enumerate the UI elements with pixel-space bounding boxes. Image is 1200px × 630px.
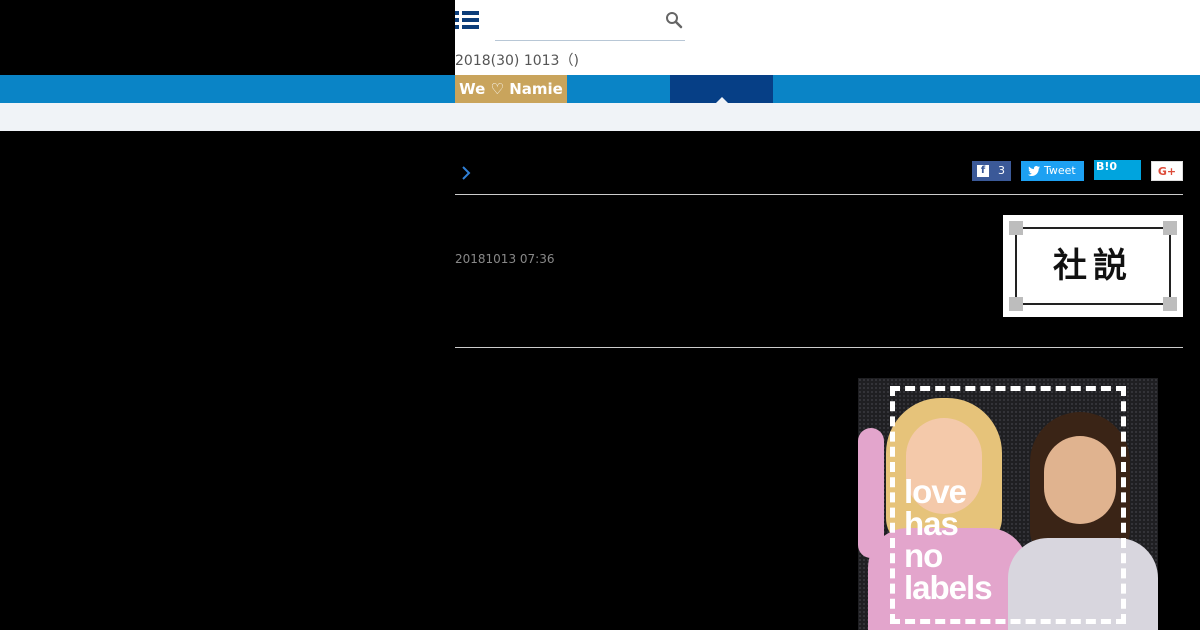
search-box <box>495 5 685 41</box>
tweet-button[interactable]: Tweet <box>1021 161 1084 181</box>
hatena-label: B!0 <box>1096 160 1118 173</box>
facebook-share-button[interactable]: f 3 <box>972 161 1011 181</box>
divider <box>455 194 1183 195</box>
sub-nav-bar <box>0 103 1200 131</box>
search-input[interactable] <box>495 9 655 35</box>
twitter-bird-icon <box>1028 166 1040 176</box>
article-timestamp: 20181013 07:36 <box>455 252 555 266</box>
main-nav: We ♡ Namie <box>0 75 1200 103</box>
header-bar: 2018(30) 1013（) <box>455 0 1200 75</box>
photo-caption-line: has <box>904 505 959 542</box>
photo-caption-line: no <box>904 537 943 574</box>
badge-text: 社説 <box>1053 246 1133 286</box>
facebook-share-count: 3 <box>998 164 1005 177</box>
nav-item-we-love-namie[interactable]: We ♡ Namie <box>455 75 567 103</box>
nav-item-active[interactable] <box>670 75 773 103</box>
article-photo[interactable]: love has no labels <box>858 378 1158 630</box>
photo-caption: love has no labels <box>904 473 993 606</box>
search-icon[interactable] <box>665 11 683 29</box>
google-plus-button[interactable]: G+ <box>1151 161 1183 181</box>
menu-icon[interactable] <box>455 9 481 31</box>
page: 2018(30) 1013（) We ♡ Namie f 3 Tweet B!0… <box>0 0 1200 630</box>
photo-caption-line: love <box>904 473 967 510</box>
editorial-badge: 社説 <box>1003 215 1183 317</box>
facebook-icon: f <box>977 165 989 177</box>
hatena-bookmark-button[interactable]: B!0 <box>1094 160 1141 180</box>
chevron-right-icon[interactable] <box>459 164 473 182</box>
dateline: 2018(30) 1013（) <box>455 53 579 69</box>
photo-caption-line: labels <box>904 569 993 606</box>
divider <box>455 347 1183 348</box>
header-left-blank <box>0 0 455 75</box>
tweet-label: Tweet <box>1044 164 1076 177</box>
site-header: 2018(30) 1013（) <box>0 0 1200 75</box>
